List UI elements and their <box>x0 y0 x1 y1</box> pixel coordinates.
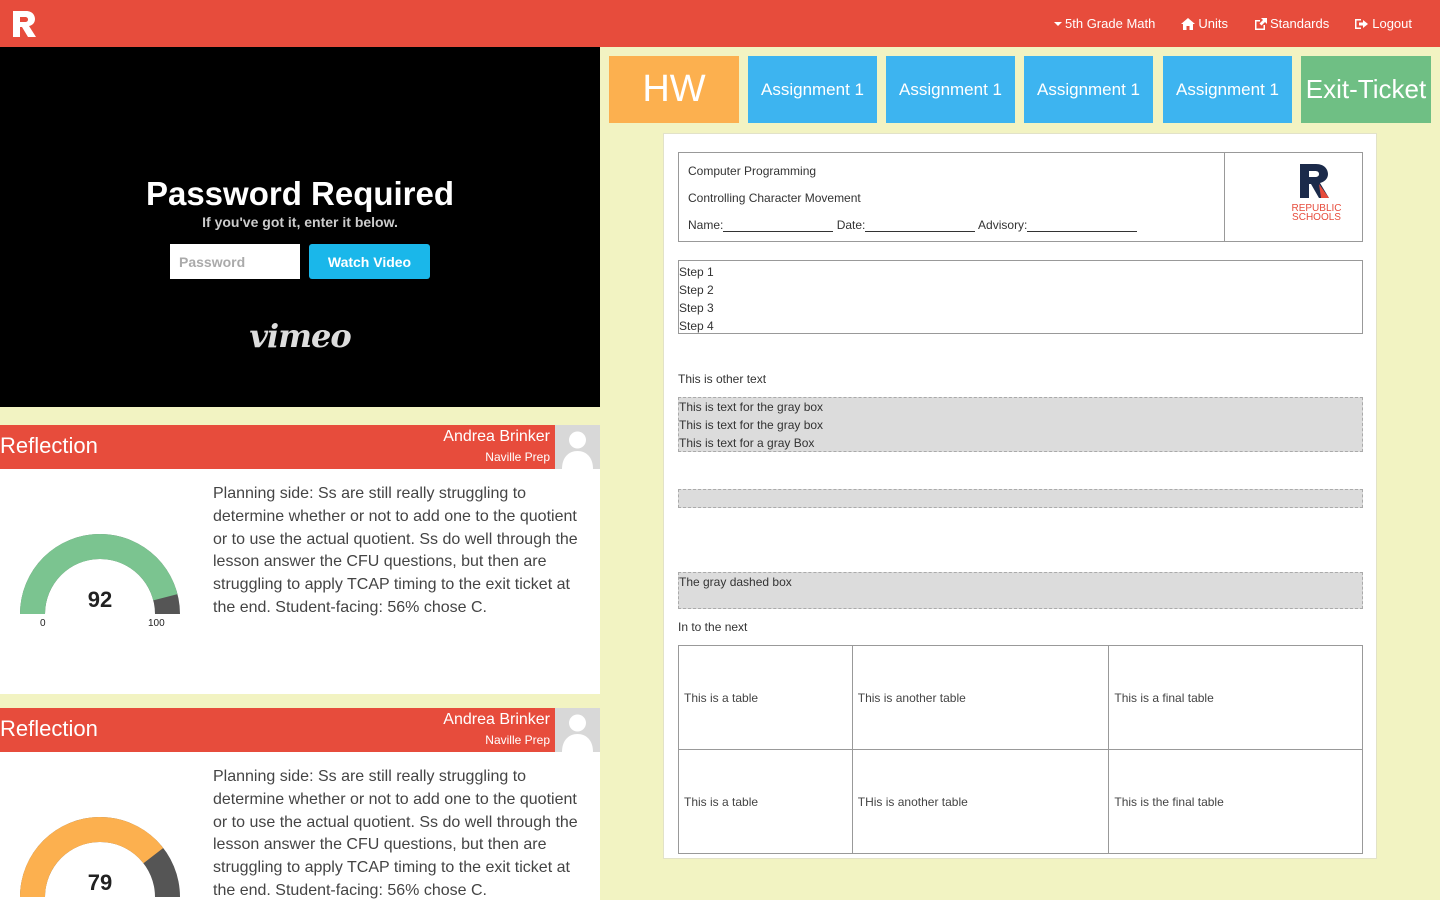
reflection-title: Reflection <box>0 716 98 741</box>
table-cell: This is another table <box>851 645 1110 750</box>
schools-logo-text: SCHOOLS <box>1292 212 1341 223</box>
worksheet-table: This is a table This is another table Th… <box>678 645 1363 854</box>
table-row: This is a table THis is another table Th… <box>678 749 1363 854</box>
reflection-text: Planning side: Ss are still really strug… <box>213 485 578 616</box>
reflection-school: Naville Prep <box>485 733 550 747</box>
tab-assignment[interactable]: Assignment 1 <box>1024 56 1153 123</box>
gray-box-line: This is text for a gray Box <box>679 436 815 450</box>
home-icon <box>1181 17 1196 30</box>
nav-logout-link[interactable]: Logout <box>1355 16 1412 31</box>
table-cell: This is a table <box>678 749 853 854</box>
gauge-min-label: 0 <box>40 618 46 629</box>
gray-empty-box <box>678 489 1363 508</box>
reflection-school: Naville Prep <box>485 450 550 464</box>
reflection-header: Reflection Andrea Brinker Naville Prep <box>0 425 600 469</box>
logo-r-icon[interactable] <box>11 9 37 39</box>
tab-assignment[interactable]: Assignment 1 <box>886 56 1015 123</box>
table-cell: THis is another table <box>851 749 1110 854</box>
gauge-score-value: 92 <box>87 587 113 612</box>
step-item: Step 3 <box>679 301 714 315</box>
nav-units-label: Units <box>1198 16 1228 31</box>
into-next-text: In to the next <box>678 620 748 634</box>
step-item: Step 4 <box>679 319 714 333</box>
top-navbar: 5th Grade Math Units Standards Logout <box>0 0 1440 47</box>
date-blank <box>865 220 976 232</box>
tab-assignment[interactable]: Assignment 1 <box>1163 56 1292 123</box>
nav-grade-label: 5th Grade Math <box>1065 16 1156 31</box>
vimeo-logo: vimeo <box>249 317 351 355</box>
gauge-score-value: 79 <box>87 870 113 895</box>
lesson-name: Controlling Character Movement <box>688 191 861 205</box>
logout-icon <box>1355 18 1369 29</box>
gauge-max-label: 100 <box>148 618 165 629</box>
reflection-header: Reflection Andrea Brinker Naville Prep <box>0 708 600 752</box>
reflection-text: Planning side: Ss are still really strug… <box>213 768 578 899</box>
advisory-label: Advisory: <box>978 218 1028 232</box>
nav-units-link[interactable]: Units <box>1181 16 1228 31</box>
tab-assignment[interactable]: Assignment 1 <box>748 56 877 123</box>
tab-exit-ticket[interactable]: Exit-Ticket <box>1301 56 1431 123</box>
step-item: Step 2 <box>679 283 714 297</box>
worksheet-header-info: Computer Programming Controlling Charact… <box>679 153 1225 241</box>
table-row: This is a table This is another table Th… <box>678 645 1363 750</box>
table-cell: This is a table <box>678 645 853 750</box>
date-label: Date: <box>836 218 866 232</box>
gray-box-line: This is text for the gray box <box>679 418 824 432</box>
watch-video-button[interactable]: Watch Video <box>309 244 430 279</box>
gray-text-box: This is text for the gray box This is te… <box>678 397 1363 452</box>
password-required-title: Password Required <box>145 175 455 212</box>
gray-box-line: This is text for the gray box <box>679 400 824 414</box>
table-cell: This is a final table <box>1108 645 1363 750</box>
avatar[interactable] <box>555 708 600 752</box>
reflection-body: 79 Planning side: Ss are still really st… <box>0 752 600 900</box>
table-cell: This is the final table <box>1108 749 1363 854</box>
name-blank <box>723 220 834 232</box>
external-link-icon <box>1254 17 1267 30</box>
worksheet-document: Computer Programming Controlling Charact… <box>663 133 1377 859</box>
user-avatar-icon <box>562 431 593 469</box>
reflection-author[interactable]: Andrea Brinker <box>443 711 550 729</box>
video-player: Password Required If you've got it, ente… <box>0 47 600 407</box>
course-name: Computer Programming <box>688 164 817 178</box>
advisory-blank <box>1027 220 1138 232</box>
reflection-title: Reflection <box>0 433 98 458</box>
other-text: This is other text <box>678 372 767 386</box>
reflection-author[interactable]: Andrea Brinker <box>443 428 550 446</box>
gray-dashed-box: The gray dashed box <box>678 572 1363 609</box>
video-password-input[interactable] <box>170 244 300 279</box>
worksheet-header: Computer Programming Controlling Charact… <box>678 152 1363 242</box>
student-info-line: Name: Date: Advisory: <box>688 218 1138 232</box>
name-label: Name: <box>688 218 724 232</box>
nav-logout-label: Logout <box>1372 16 1412 31</box>
nav-standards-link[interactable]: Standards <box>1254 16 1329 31</box>
user-avatar-icon <box>562 714 593 752</box>
republic-r-icon <box>1300 164 1329 198</box>
steps-box: Step 1 Step 2 Step 3 Step 4 <box>678 260 1363 334</box>
nav-grade-dropdown[interactable]: 5th Grade Math <box>1054 16 1155 31</box>
nav-standards-label: Standards <box>1269 16 1330 31</box>
password-subtitle: If you've got it, enter it below. <box>202 214 398 230</box>
tab-hw[interactable]: HW <box>609 56 739 123</box>
avatar[interactable] <box>555 425 600 469</box>
step-item: Step 1 <box>679 265 714 279</box>
caret-down-icon <box>1054 21 1063 26</box>
reflection-body: 92 0 100 Planning side: Ss are still rea… <box>0 469 600 694</box>
republic-schools-logo: REPUBLIC SCHOOLS <box>1225 153 1362 241</box>
